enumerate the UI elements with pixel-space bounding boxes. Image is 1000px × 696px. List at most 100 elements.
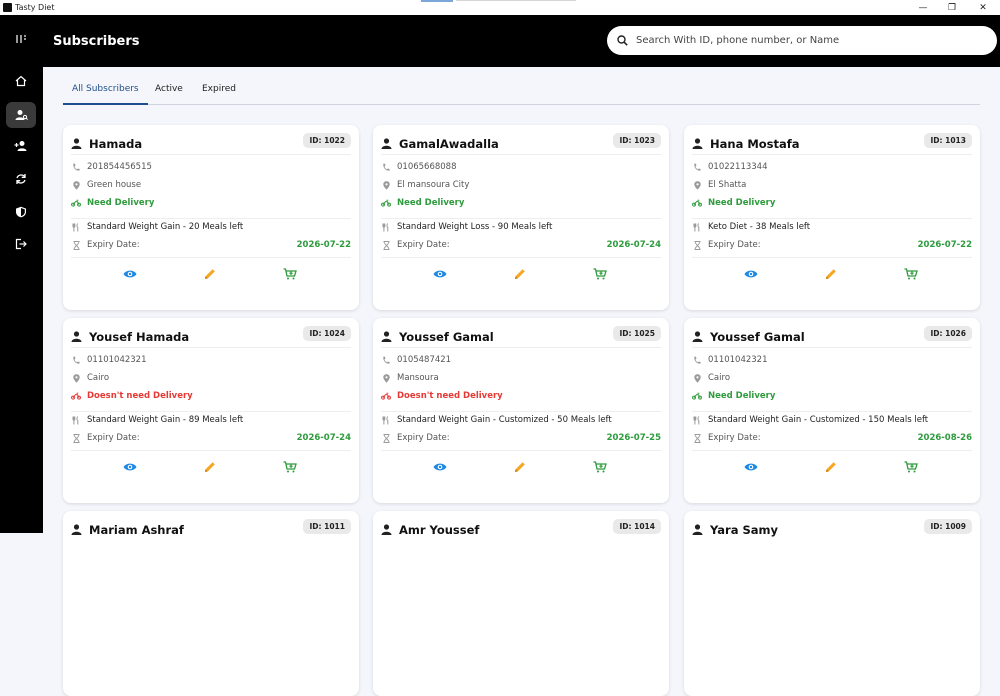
hourglass-icon (71, 240, 81, 250)
header-bar: Subscribers (43, 15, 1000, 67)
menu-icon[interactable] (6, 26, 36, 52)
view-eye-icon[interactable] (431, 266, 449, 282)
app-icon (3, 3, 12, 12)
plan-row: Keto Diet - 38 Meals left (692, 222, 972, 232)
expiry-row: Expiry Date: 2026-07-22 (71, 240, 351, 250)
address-row: Green house (71, 180, 351, 190)
renew-cart-icon[interactable] (591, 459, 609, 475)
subscriber-name: Yousef Hamada (89, 329, 190, 344)
divider (381, 257, 661, 258)
subscriber-card: Mariam Ashraf ID: 1011 (63, 511, 359, 696)
expiry-date: 2026-07-22 (917, 240, 972, 250)
plan-row: Standard Weight Loss - 90 Meals left (381, 222, 661, 232)
divider (71, 154, 351, 155)
subscriber-card: Yousef Hamada ID: 1024 01101042321 Cairo Doe… (63, 318, 359, 503)
subscriber-card: Youssef Gamal ID: 1025 0105487421 Mansoura D… (373, 318, 669, 503)
divider (692, 347, 972, 348)
close-button[interactable]: ✕ (968, 0, 998, 15)
edit-pencil-icon[interactable] (511, 266, 529, 282)
edit-pencil-icon[interactable] (822, 459, 840, 475)
address: El Shatta (708, 180, 747, 190)
renew-cart-icon[interactable] (281, 459, 299, 475)
plan-row: Standard Weight Gain - 89 Meals left (71, 415, 351, 425)
address-row: Mansoura (381, 373, 661, 383)
window-title: Tasty Diet (15, 3, 55, 12)
delivery-motorbike-icon (71, 199, 81, 207)
expiry-row: Expiry Date: 2026-07-22 (692, 240, 972, 250)
renew-cart-icon[interactable] (591, 266, 609, 282)
edit-pencil-icon[interactable] (201, 459, 219, 475)
card-header: Hamada (71, 134, 142, 153)
user-icon (71, 520, 82, 539)
id-badge: ID: 1024 (303, 326, 351, 341)
divider (71, 411, 351, 412)
fork-knife-icon (381, 415, 391, 425)
delivery-motorbike-icon (381, 199, 391, 207)
phone-number: 01101042321 (708, 355, 768, 365)
divider (71, 450, 351, 451)
card-header: Youssef Gamal (381, 327, 494, 346)
edit-pencil-icon[interactable] (201, 266, 219, 282)
tab-expired[interactable]: Expired (193, 83, 245, 105)
add-user-icon[interactable] (6, 133, 36, 159)
titlebar-accent (421, 0, 453, 2)
user-icon (71, 134, 82, 153)
location-pin-icon (71, 373, 81, 383)
delivery-status: Need Delivery (397, 198, 465, 208)
location-pin-icon (381, 373, 391, 383)
shield-icon[interactable] (6, 199, 36, 225)
divider (692, 218, 972, 219)
phone-number: 01065668088 (397, 162, 457, 172)
plan-row: Standard Weight Gain - Customized - 150 … (692, 415, 972, 425)
view-eye-icon[interactable] (742, 459, 760, 475)
minimize-button[interactable]: — (908, 0, 938, 15)
expiry-date: 2026-08-26 (917, 433, 972, 443)
subscribers-icon[interactable] (6, 102, 36, 128)
expiry-date: 2026-07-22 (296, 240, 351, 250)
delivery-motorbike-icon (692, 199, 702, 207)
tab-all-subscribers[interactable]: All Subscribers (63, 83, 148, 105)
user-icon (71, 327, 82, 346)
view-eye-icon[interactable] (742, 266, 760, 282)
view-eye-icon[interactable] (121, 459, 139, 475)
delivery-status: Need Delivery (87, 198, 155, 208)
phone-row: 201854456515 (71, 162, 351, 172)
titlebar-divider (456, 0, 576, 1)
subscriber-name: GamalAwadalla (399, 136, 499, 151)
search-box[interactable] (607, 26, 997, 55)
id-badge: ID: 1026 (924, 326, 972, 341)
divider (381, 347, 661, 348)
fork-knife-icon (692, 222, 702, 232)
maximize-button[interactable]: ❐ (937, 0, 967, 15)
renew-cart-icon[interactable] (281, 266, 299, 282)
address: El mansoura City (397, 180, 470, 190)
card-header: Amr Youssef (381, 520, 479, 539)
plan-name: Standard Weight Gain - Customized - 50 M… (397, 415, 612, 425)
card-actions (684, 266, 980, 282)
view-eye-icon[interactable] (431, 459, 449, 475)
delivery-row: Need Delivery (692, 198, 972, 208)
search-input[interactable] (636, 35, 976, 46)
page-title: Subscribers (53, 34, 140, 49)
edit-pencil-icon[interactable] (822, 266, 840, 282)
subscriber-card: GamalAwadalla ID: 1023 01065668088 El manso… (373, 125, 669, 310)
edit-pencil-icon[interactable] (511, 459, 529, 475)
subscriber-name: Amr Youssef (399, 522, 480, 537)
renew-icon[interactable] (6, 166, 36, 192)
hourglass-icon (692, 433, 702, 443)
phone-number: 0105487421 (397, 355, 452, 365)
logout-icon[interactable] (6, 231, 36, 257)
phone-icon (381, 163, 391, 172)
expiry-label: Expiry Date: (397, 433, 450, 443)
tab-active[interactable]: Active (146, 83, 192, 105)
delivery-row: Need Delivery (71, 198, 351, 208)
view-eye-icon[interactable] (121, 266, 139, 282)
fork-knife-icon (71, 222, 81, 232)
renew-cart-icon[interactable] (902, 266, 920, 282)
card-actions (684, 459, 980, 475)
phone-number: 201854456515 (87, 162, 152, 172)
renew-cart-icon[interactable] (902, 459, 920, 475)
home-icon[interactable] (6, 68, 36, 94)
user-icon (381, 520, 392, 539)
subscriber-name: Hamada (89, 136, 143, 151)
